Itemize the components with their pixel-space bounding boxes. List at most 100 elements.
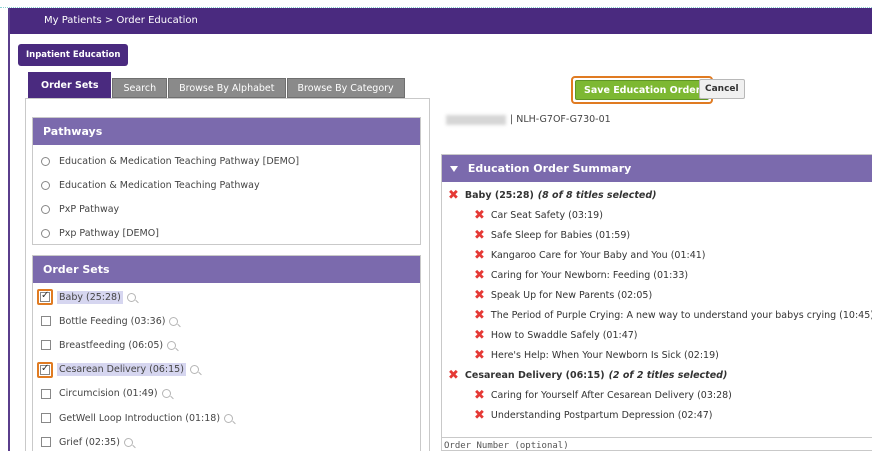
summary-item-label: Car Seat Safety (03:19) — [490, 209, 603, 221]
remove-icon[interactable]: ✖ — [474, 329, 485, 342]
checkbox[interactable] — [40, 290, 50, 303]
tab-browse-alphabet[interactable]: Browse By Alphabet — [168, 78, 286, 98]
order-set-item-breastfeeding[interactable]: Breastfeeding (06:05) — [33, 333, 420, 357]
radio-button[interactable] — [41, 180, 50, 190]
summary-item-label: Safe Sleep for Babies (01:59) — [490, 229, 631, 241]
summary-item: ✖ Caring for Your Newborn: Feeding (01:33… — [442, 265, 872, 285]
order-set-item-baby[interactable]: Baby (25:28) — [33, 285, 420, 309]
save-education-order-button[interactable]: Save Education Order — [575, 80, 710, 100]
patient-id-text: | NLH-G7OF-G730-01 — [510, 114, 611, 125]
summary-item-label: Here's Help: When Your Newborn Is Sick (… — [490, 349, 719, 361]
patient-identifier: | NLH-G7OF-G730-01 — [446, 114, 611, 125]
summary-header[interactable]: Education Order Summary — [442, 155, 872, 182]
top-border — [0, 0, 872, 8]
summary-item: ✖ Kangaroo Care for Your Baby and You (01… — [442, 245, 872, 265]
summary-item: ✖ Caring for Yourself After Cesarean Deli… — [442, 385, 872, 405]
remove-icon[interactable]: ✖ — [474, 229, 485, 242]
order-set-item-cesarean[interactable]: Cesarean Delivery (06:15) — [33, 358, 420, 382]
pathway-option[interactable]: Education & Medication Teaching Pathway … — [33, 149, 420, 173]
inpatient-education-button[interactable]: Inpatient Education — [18, 44, 129, 66]
collapse-triangle-icon — [450, 166, 458, 172]
redacted-patient-name — [446, 114, 506, 125]
checkbox[interactable] — [41, 340, 51, 351]
summary-item-label: Understanding Postpartum Depression (02:… — [490, 409, 713, 421]
radio-button[interactable] — [41, 156, 50, 166]
radio-button[interactable] — [41, 228, 50, 238]
order-set-label: Cesarean Delivery (06:15) — [57, 363, 186, 377]
checkbox[interactable] — [41, 437, 51, 448]
breadcrumb: My Patients > Order Education — [10, 8, 872, 34]
checkbox[interactable] — [40, 363, 50, 375]
group-note: (8 of 8 titles selected) — [537, 189, 657, 201]
magnifier-icon[interactable] — [169, 316, 179, 326]
order-set-item-bottle-feeding[interactable]: Bottle Feeding (03:36) — [33, 309, 420, 333]
group-name: Baby (25:28) — [464, 189, 534, 201]
magnifier-icon[interactable] — [123, 437, 133, 447]
checkbox-highlight — [37, 361, 53, 378]
summary-item: ✖ Safe Sleep for Babies (01:59) — [442, 225, 872, 245]
order-sets-panel: Pathways Education & Medication Teaching… — [25, 98, 430, 451]
summary-item: ✖ Understanding Postpartum Depression (02… — [442, 405, 872, 425]
summary-item-label: Speak Up for New Parents (02:05) — [490, 289, 653, 301]
order-sets-box: Order Sets Baby (25:28) Bottle Feeding (… — [32, 255, 421, 451]
pathway-option[interactable]: PxP Pathway — [33, 197, 420, 221]
tab-browse-category[interactable]: Browse By Category — [286, 78, 405, 98]
order-set-item-getwell[interactable]: GetWell Loop Introduction (01:18) — [33, 406, 420, 430]
remove-icon[interactable]: ✖ — [474, 349, 485, 362]
order-set-label: Breastfeeding (06:05) — [59, 339, 164, 351]
order-number-input[interactable]: Order Number (optional) — [442, 437, 872, 451]
remove-icon[interactable]: ✖ — [448, 189, 459, 202]
summary-group-cesarean: ✖ Cesarean Delivery (06:15) (2 of 2 titl… — [442, 365, 872, 385]
pathway-option[interactable]: Pxp Pathway [DEMO] — [33, 221, 420, 245]
remove-icon[interactable]: ✖ — [474, 409, 485, 422]
checkbox-highlight — [37, 289, 53, 306]
summary-item: ✖ The Period of Purple Crying: A new way … — [442, 305, 872, 325]
order-set-label: GetWell Loop Introduction (01:18) — [59, 412, 221, 424]
remove-icon[interactable]: ✖ — [474, 209, 485, 222]
summary-item: ✖ Car Seat Safety (03:19) — [442, 205, 872, 225]
order-set-item-grief[interactable]: Grief (02:35) — [33, 430, 420, 451]
remove-icon[interactable]: ✖ — [474, 389, 485, 402]
remove-icon[interactable]: ✖ — [474, 249, 485, 262]
pathway-label: Education & Medication Teaching Pathway … — [59, 155, 300, 167]
order-set-item-circumcision[interactable]: Circumcision (01:49) — [33, 382, 420, 406]
tab-bar: Order Sets Search Browse By Alphabet Bro… — [28, 72, 406, 98]
pathways-box: Pathways Education & Medication Teaching… — [32, 117, 421, 245]
magnifier-icon[interactable] — [167, 340, 177, 350]
summary-item-label: Caring for Yourself After Cesarean Deliv… — [490, 389, 732, 401]
remove-icon[interactable]: ✖ — [474, 269, 485, 282]
summary-title: Education Order Summary — [467, 162, 632, 175]
radio-button[interactable] — [41, 204, 50, 214]
summary-item: ✖ Here's Help: When Your Newborn Is Sick … — [442, 345, 872, 365]
magnifier-icon[interactable] — [161, 389, 171, 399]
summary-item: ✖ Speak Up for New Parents (02:05) — [442, 285, 872, 305]
magnifier-icon[interactable] — [126, 292, 136, 302]
order-sets-title: Order Sets — [33, 256, 420, 283]
summary-item-label: Kangaroo Care for Your Baby and You (01:… — [490, 249, 706, 261]
summary-item-label: The Period of Purple Crying: A new way t… — [490, 309, 872, 321]
cancel-button[interactable]: Cancel — [699, 79, 745, 99]
checkbox[interactable] — [41, 316, 51, 327]
education-order-summary: Education Order Summary ✖ Baby (25:28) (… — [441, 154, 872, 451]
order-set-label: Baby (25:28) — [57, 290, 123, 304]
pathway-option[interactable]: Education & Medication Teaching Pathway — [33, 173, 420, 197]
pathway-label: Pxp Pathway [DEMO] — [59, 227, 159, 239]
tab-search[interactable]: Search — [112, 78, 168, 98]
breadcrumb-text: My Patients > Order Education — [44, 15, 198, 26]
save-button-highlight: Save Education Order — [571, 76, 714, 104]
pathway-label: Education & Medication Teaching Pathway — [59, 179, 260, 191]
app-frame: My Patients > Order Education Inpatient … — [8, 8, 872, 451]
order-set-label: Grief (02:35) — [59, 436, 120, 448]
tab-order-sets[interactable]: Order Sets — [28, 72, 112, 98]
checkbox[interactable] — [41, 413, 51, 424]
remove-icon[interactable]: ✖ — [448, 369, 459, 382]
pathways-title: Pathways — [33, 118, 420, 145]
remove-icon[interactable]: ✖ — [474, 309, 485, 322]
remove-icon[interactable]: ✖ — [474, 289, 485, 302]
pathway-label: PxP Pathway — [59, 203, 120, 215]
section-label: Inpatient Education — [26, 50, 121, 60]
summary-item-label: Caring for Your Newborn: Feeding (01:33) — [490, 269, 689, 281]
checkbox[interactable] — [41, 388, 51, 399]
magnifier-icon[interactable] — [224, 413, 234, 423]
magnifier-icon[interactable] — [189, 365, 199, 375]
